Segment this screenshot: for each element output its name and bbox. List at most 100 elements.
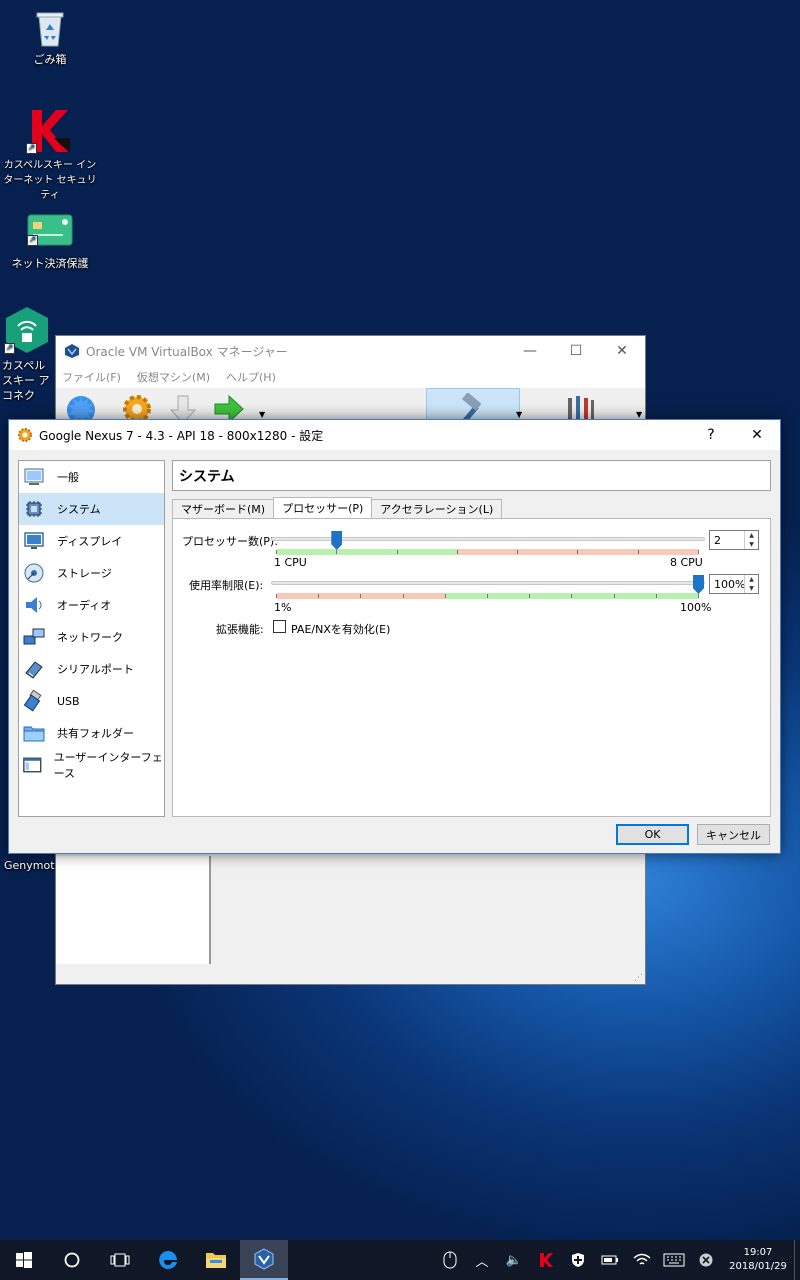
global-dropdown-icon[interactable]: ▼: [636, 410, 642, 419]
dialog-title: Google Nexus 7 - 4.3 - API 18 - 800x1280…: [39, 428, 324, 443]
close-icon[interactable]: ✕: [599, 336, 645, 366]
slider-tick: [444, 594, 446, 598]
display-icon: [24, 532, 44, 549]
slider-tick: [655, 594, 657, 598]
notification-close-icon[interactable]: [690, 1240, 722, 1280]
network-icon: [23, 628, 45, 645]
virtualbox-icon: [254, 1248, 274, 1270]
mouse-icon[interactable]: [434, 1240, 466, 1280]
execution-cap-slider-thumb[interactable]: [693, 575, 704, 594]
manager-status-bar: ⋰: [56, 964, 645, 984]
serial-port-icon: [25, 661, 43, 679]
processor-max-label: 8 CPU: [670, 556, 703, 569]
tab-acceleration[interactable]: アクセラレーション(L): [371, 499, 503, 518]
virtualbox-taskbar-button[interactable]: [240, 1240, 288, 1280]
taskbar: ︿ 🔈 19:07 2018/01/29: [0, 1240, 800, 1280]
desktop-icon-safe-money[interactable]: ↗ ネット決済保護: [0, 214, 100, 271]
pae-nx-label[interactable]: PAE/NXを有効化(E): [291, 621, 390, 637]
chevron-up-icon[interactable]: ︿: [466, 1240, 498, 1280]
desktop-icon-genymotion[interactable]: Genymoti: [0, 858, 56, 873]
windows-logo-icon: [16, 1252, 32, 1268]
defender-shield-icon[interactable]: [562, 1240, 594, 1280]
settings-content: システム マザーボード(M) プロセッサー(P) アクセラレーション(L) プロ…: [172, 460, 771, 817]
minimize-icon[interactable]: —: [507, 336, 553, 366]
menu-file[interactable]: ファイル(F): [62, 369, 121, 385]
nav-item-shared-folder[interactable]: 共有フォルダー: [19, 717, 164, 749]
start-button[interactable]: [0, 1240, 48, 1280]
wifi-icon[interactable]: [626, 1240, 658, 1280]
secure-connection-icon: ↗: [4, 306, 50, 354]
keyboard-icon[interactable]: [658, 1240, 690, 1280]
cancel-button[interactable]: キャンセル: [697, 824, 770, 845]
desktop-icon-kaspersky-secure-connection[interactable]: ↗ カスペルスキー アコネク: [0, 306, 56, 403]
close-icon[interactable]: ✕: [734, 420, 780, 450]
nav-item-user-interface[interactable]: ユーザーインターフェース: [19, 749, 164, 781]
show-desktop-button[interactable]: [794, 1240, 800, 1280]
task-view-button[interactable]: [96, 1240, 144, 1280]
slider-tick: [529, 594, 531, 598]
tab-processor[interactable]: プロセッサー(P): [273, 497, 373, 518]
help-icon[interactable]: ?: [688, 420, 734, 450]
resize-grip-icon[interactable]: ⋰: [634, 973, 643, 983]
execution-cap-spinbox[interactable]: 100% ▲ ▼: [709, 574, 759, 594]
slider-tick: [456, 550, 458, 554]
clock[interactable]: 19:07 2018/01/29: [722, 1246, 794, 1274]
cortana-circle-icon: [64, 1252, 80, 1268]
processor-panel: プロセッサー数(P): 2 ▲▼ 1 CPU 8 CPU 使用率制限(E):: [172, 518, 771, 817]
file-explorer-button[interactable]: [192, 1240, 240, 1280]
manager-title-bar[interactable]: Oracle VM VirtualBox マネージャー — ☐ ✕: [56, 336, 645, 366]
settings-nav-list: 一般 システム ディスプレイ ストレージ オーディオ ネットワーク シリアルポー…: [18, 460, 165, 817]
clock-time: 19:07: [743, 1247, 773, 1258]
desktop-icon-recycle-bin[interactable]: ごみ箱: [0, 8, 100, 67]
toolbar-dropdown-icon[interactable]: ▼: [259, 410, 265, 419]
nav-item-system[interactable]: システム: [19, 493, 164, 525]
slider-tick: [318, 594, 320, 598]
maximize-icon[interactable]: ☐: [553, 336, 599, 366]
edge-button[interactable]: [144, 1240, 192, 1280]
dialog-title-bar[interactable]: Google Nexus 7 - 4.3 - API 18 - 800x1280…: [9, 420, 780, 450]
extended-features-label: 拡張機能:: [216, 623, 264, 636]
desktop-icon-kaspersky-internet-security[interactable]: ↗ カスペルスキー インターネット セキュリティ: [0, 108, 100, 203]
slider-tick: [571, 594, 573, 598]
spin-arrows-icon[interactable]: ▲ ▼: [744, 575, 758, 593]
ok-button[interactable]: OK: [616, 824, 689, 845]
nav-item-usb[interactable]: USB: [19, 685, 164, 717]
slider-tick: [698, 550, 699, 554]
nav-item-general[interactable]: 一般: [19, 461, 164, 493]
tools-dropdown-icon[interactable]: ▼: [516, 410, 522, 419]
manager-vm-list[interactable]: [56, 856, 211, 966]
kaspersky-icon: ↗: [26, 108, 74, 154]
battery-icon[interactable]: [594, 1240, 626, 1280]
slider-tick: [637, 550, 639, 554]
slider-tick: [698, 594, 699, 598]
menu-help[interactable]: ヘルプ(H): [226, 369, 276, 385]
search-button[interactable]: [48, 1240, 96, 1280]
nav-item-storage[interactable]: ストレージ: [19, 557, 164, 589]
volume-icon[interactable]: 🔈: [498, 1240, 530, 1280]
slider-tick: [487, 594, 488, 598]
slider-tick: [276, 550, 277, 554]
pae-nx-checkbox[interactable]: [273, 620, 286, 633]
slider-tick: [396, 550, 398, 554]
execution-cap-slider[interactable]: [271, 575, 705, 601]
desktop-icon-label: ネット決済保護: [11, 257, 89, 270]
processor-slider[interactable]: [271, 531, 705, 557]
processor-slider-thumb[interactable]: [331, 531, 343, 550]
menu-machine[interactable]: 仮想マシン(M): [137, 369, 210, 385]
nav-item-network[interactable]: ネットワーク: [19, 621, 164, 653]
spin-arrows-icon[interactable]: ▲ ▼: [744, 531, 758, 549]
tab-motherboard[interactable]: マザーボード(M): [172, 499, 275, 518]
task-view-icon: [110, 1253, 130, 1267]
desktop-icon-label: カスペルスキー インターネット セキュリティ: [3, 160, 97, 201]
kaspersky-tray-icon[interactable]: [530, 1240, 562, 1280]
nav-item-display[interactable]: ディスプレイ: [19, 525, 164, 557]
section-title: システム: [172, 460, 771, 491]
slider-tick: [276, 594, 277, 598]
audio-icon: [26, 597, 42, 613]
nav-item-audio[interactable]: オーディオ: [19, 589, 164, 621]
nav-item-serial-port[interactable]: シリアルポート: [19, 653, 164, 685]
slider-tick: [360, 594, 362, 598]
processor-count-spinbox[interactable]: 2 ▲ ▼: [709, 530, 759, 550]
manager-menu-bar: ファイル(F) 仮想マシン(M) ヘルプ(H): [56, 366, 645, 388]
tab-bar: マザーボード(M) プロセッサー(P) アクセラレーション(L): [172, 497, 503, 519]
